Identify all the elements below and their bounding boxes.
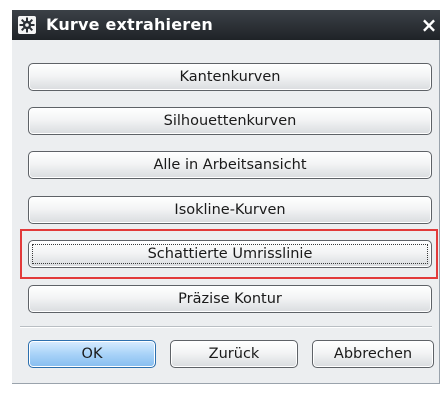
- ok-button[interactable]: OK: [28, 340, 156, 368]
- all-in-work-view-button[interactable]: Alle in Arbeitsansicht: [28, 151, 432, 179]
- separator: [20, 326, 432, 328]
- back-button[interactable]: Zurück: [170, 340, 298, 368]
- close-icon[interactable]: ×: [418, 15, 440, 35]
- cancel-button[interactable]: Abbrechen: [312, 340, 434, 368]
- isocline-curves-button[interactable]: Isokline-Kurven: [28, 196, 432, 224]
- dialog-titlebar[interactable]: Kurve extrahieren ×: [12, 10, 440, 40]
- silhouette-curves-button[interactable]: Silhouettenkurven: [28, 107, 432, 135]
- shaded-outline-label: Schattierte Umrisslinie: [147, 246, 313, 262]
- edge-curves-button[interactable]: Kantenkurven: [28, 63, 432, 91]
- dialog-title: Kurve extrahieren: [46, 15, 214, 34]
- extract-curve-dialog: Kurve extrahieren × Kantenkurven Silhoue…: [12, 10, 440, 384]
- gear-icon[interactable]: [18, 16, 36, 34]
- precise-contour-button[interactable]: Präzise Kontur: [28, 285, 432, 313]
- shaded-outline-button[interactable]: Schattierte Umrisslinie: [28, 240, 432, 268]
